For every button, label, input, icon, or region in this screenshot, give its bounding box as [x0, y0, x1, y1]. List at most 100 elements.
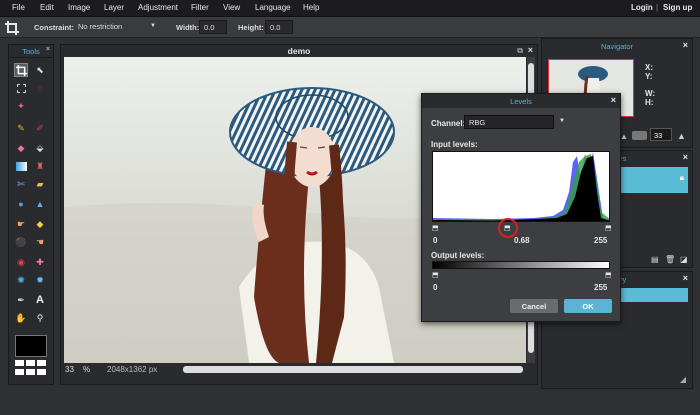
red-eye-tool-icon[interactable]: ◉	[14, 255, 28, 269]
hand-tool-icon[interactable]: ✋	[14, 311, 28, 325]
output-white-slider-icon[interactable]: ⬒	[605, 271, 612, 279]
zoom-in-mountain-icon[interactable]: ▲	[677, 131, 686, 141]
menu-edit[interactable]: Edit	[40, 3, 54, 12]
trash-icon[interactable]: 🗑︎	[665, 255, 675, 264]
tools-panel: Tools × ⬉ ◌ ✦ ✎ ✐ ◆ ⬙ ♜ ✄ ▰ ● ▲ ☛ ◆ ⚫ ☚ …	[8, 44, 54, 385]
zoom-slider[interactable]	[632, 131, 647, 140]
menu-layer[interactable]: Layer	[104, 3, 124, 12]
blur-tool-icon[interactable]: ●	[14, 197, 28, 211]
input-black-slider-icon[interactable]: ⬒	[432, 224, 439, 232]
menu-bar: File Edit Image Layer Adjustment Filter …	[0, 0, 700, 17]
color-replace-icon[interactable]: ✄	[14, 177, 28, 191]
nav-zoom-input[interactable]: 33	[650, 128, 672, 141]
close-icon[interactable]: ×	[683, 273, 688, 283]
highlight-circle	[498, 218, 518, 238]
restore-icon[interactable]: ⧉	[517, 46, 523, 56]
zoom-tool-icon[interactable]: ⚲	[33, 311, 47, 325]
menu-filter[interactable]: Filter	[191, 3, 209, 12]
close-icon[interactable]: ×	[611, 95, 616, 105]
channel-select[interactable]: RBG	[464, 115, 554, 129]
nav-y-label: Y:	[645, 72, 653, 81]
nav-x-label: X:	[645, 63, 653, 72]
input-levels-label: Input levels:	[431, 140, 478, 149]
menu-image[interactable]: Image	[68, 3, 90, 12]
output-levels-label: Output levels:	[431, 251, 485, 260]
close-icon[interactable]: ×	[46, 46, 50, 53]
dodge-tool-icon[interactable]: ⚫	[14, 235, 28, 249]
status-bar: 33 % 2048x1362 px	[63, 364, 535, 375]
gradient-tool-icon[interactable]	[14, 159, 28, 173]
pencil-tool-icon[interactable]: ✎	[14, 121, 28, 135]
width-input[interactable]: 0.0	[199, 20, 227, 34]
grid-toggle-icon[interactable]	[15, 360, 47, 380]
constraint-select[interactable]: No restriction ▼	[74, 20, 160, 34]
sharpen-tool-icon[interactable]: ▲	[33, 197, 47, 211]
constraint-label: Constraint:	[34, 23, 74, 32]
zoom-out-mountain-icon[interactable]: ▲	[620, 132, 628, 141]
close-icon[interactable]: ×	[683, 40, 688, 50]
chevron-down-icon: ▼	[150, 23, 156, 29]
lasso-tool-icon[interactable]: ◌	[33, 81, 47, 95]
stamp-tool-icon[interactable]: ♜	[33, 159, 47, 173]
levels-title: Levels	[422, 94, 620, 108]
marquee-tool-icon[interactable]	[14, 81, 28, 95]
input-white-slider-icon[interactable]: ⬒	[605, 224, 612, 232]
menu-separator: |	[656, 3, 659, 12]
type-tool-icon[interactable]: A	[33, 293, 47, 307]
input-white-value: 255	[594, 236, 608, 245]
eraser-tool-icon[interactable]: ◆	[14, 141, 28, 155]
height-value: 0.0	[270, 23, 281, 32]
navigator-title: Navigator	[600, 42, 634, 51]
menu-file[interactable]: File	[12, 3, 25, 12]
zoom-value[interactable]: 33	[65, 365, 74, 374]
image-dimensions: 2048x1362 px	[107, 365, 158, 374]
height-input[interactable]: 0.0	[265, 20, 293, 34]
tool-options-bar: Constraint: No restriction ▼ Width: 0.0 …	[0, 17, 700, 38]
menu-adjustment[interactable]: Adjustment	[138, 3, 178, 12]
magic-wand-icon[interactable]: ✦	[14, 99, 28, 113]
draw-tool-icon[interactable]: ▰	[33, 177, 47, 191]
login-link[interactable]: Login	[631, 3, 653, 12]
channel-label: Channel:	[431, 119, 466, 128]
fill-tool-icon[interactable]: ⬙	[33, 141, 47, 155]
smudge-tool-icon[interactable]: ☛	[14, 217, 28, 231]
close-icon[interactable]: ×	[683, 152, 688, 162]
new-layer-icon[interactable]: ▤	[651, 255, 659, 264]
spot-heal-tool-icon[interactable]: ✚	[33, 255, 47, 269]
ok-button[interactable]: OK	[564, 299, 612, 313]
pinch-tool-icon[interactable]: ✹	[33, 273, 47, 287]
brush-tool-icon[interactable]: ✐	[33, 121, 47, 135]
horizontal-scroll-thumb[interactable]	[183, 366, 523, 373]
resize-grip-icon[interactable]: ◢	[680, 375, 686, 384]
signup-link[interactable]: Sign up	[663, 3, 692, 12]
constraint-value: No restriction	[78, 22, 123, 31]
menu-view[interactable]: View	[223, 3, 240, 12]
histogram	[432, 151, 610, 222]
close-icon[interactable]: ×	[528, 45, 533, 55]
menu-help[interactable]: Help	[303, 3, 319, 12]
zoom-unit: %	[83, 365, 91, 374]
bloat-tool-icon[interactable]: ✺	[14, 273, 28, 287]
output-black-slider-icon[interactable]: ⬒	[432, 271, 439, 279]
cancel-button[interactable]: Cancel	[510, 299, 558, 313]
layer-settings-icon[interactable]: ◪	[680, 255, 688, 264]
nav-w-label: W:	[645, 89, 656, 98]
color-picker-icon[interactable]: ✒	[14, 293, 28, 307]
sponge-tool-icon[interactable]: ◆	[33, 217, 47, 231]
color-swatch[interactable]	[15, 335, 47, 357]
lock-icon[interactable]: 🔒︎	[680, 173, 684, 183]
width-value: 0.0	[204, 23, 215, 32]
crop-tool-icon[interactable]	[14, 63, 28, 77]
channel-value: RBG	[469, 118, 486, 127]
menu-language[interactable]: Language	[255, 3, 291, 12]
canvas-title: demo	[287, 46, 311, 56]
burn-tool-icon[interactable]: ☚	[33, 235, 47, 249]
output-white-value: 255	[594, 283, 608, 292]
output-black-value: 0	[433, 283, 438, 292]
move-tool-icon[interactable]: ⬉	[33, 63, 47, 77]
crop-icon	[5, 21, 19, 37]
height-label: Height:	[238, 23, 264, 32]
chevron-down-icon[interactable]: ▼	[559, 118, 565, 124]
output-gradient	[432, 261, 610, 269]
input-black-value: 0	[433, 236, 438, 245]
